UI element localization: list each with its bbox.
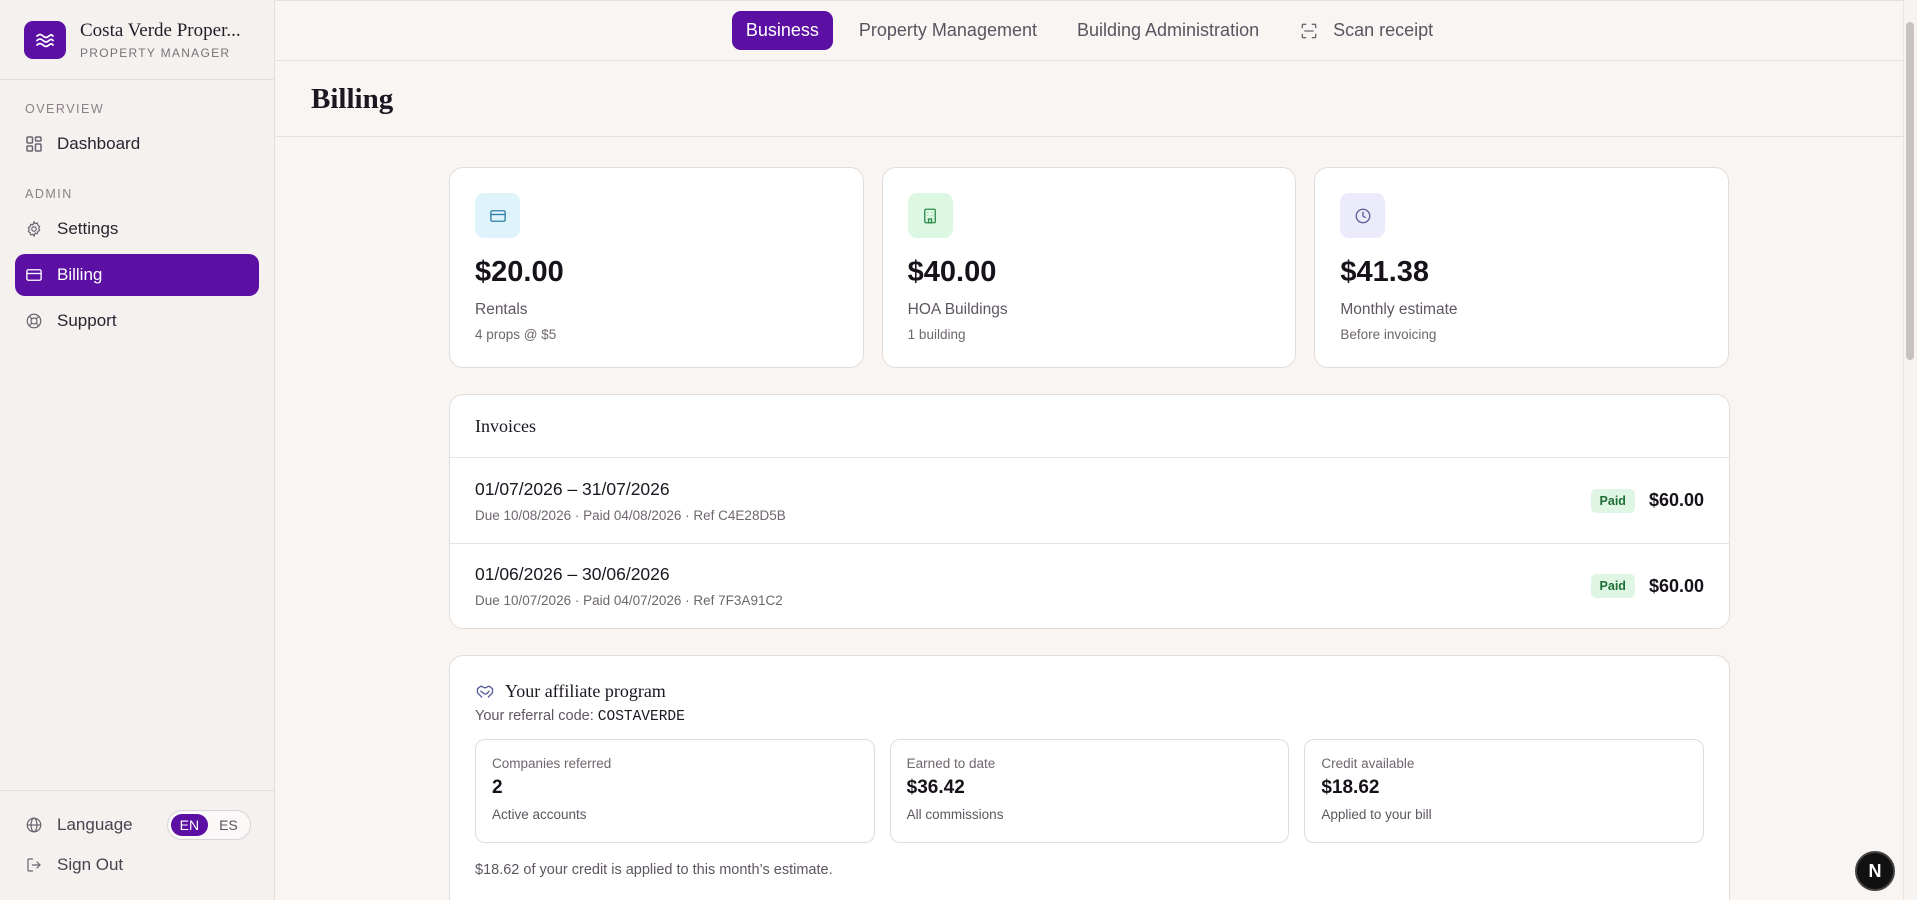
affiliate-card-earned: Earned to date $36.42 All commissions bbox=[889, 739, 1290, 843]
stat-subtext: 4 props @ $5 bbox=[475, 327, 557, 342]
affiliate-card-value: 2 bbox=[492, 777, 503, 798]
scan-receipt-button[interactable]: Scan receipt bbox=[1285, 11, 1447, 50]
dev-tools-button[interactable]: N bbox=[1855, 851, 1895, 891]
affiliate-card-label: Companies referred bbox=[492, 756, 612, 771]
section-label-admin: ADMIN bbox=[25, 187, 73, 201]
affiliate-title: Your affiliate program bbox=[505, 681, 666, 701]
sidebar-item-label: Dashboard bbox=[57, 134, 141, 153]
sidebar-item-label: Settings bbox=[57, 219, 119, 238]
brand[interactable]: Costa Verde Proper... PROPERTY MANAGER bbox=[0, 0, 274, 80]
affiliate-card-value: $36.42 bbox=[906, 777, 965, 798]
stat-label: HOA Buildings bbox=[907, 301, 1008, 318]
referral-code-label: Your referral code: bbox=[475, 708, 594, 724]
waves-logo-icon bbox=[24, 20, 66, 59]
stat-subtext: 1 building bbox=[907, 327, 966, 342]
top-navigation: Business Property Management Building Ad… bbox=[276, 0, 1903, 61]
invoice-amount: $60.00 bbox=[1648, 575, 1704, 596]
invoice-row[interactable]: 01/07/2026 – 31/07/2026 Due 10/08/2026 ·… bbox=[450, 458, 1729, 543]
invoice-amount: $60.00 bbox=[1648, 490, 1704, 510]
sidebar-item-support[interactable]: Support bbox=[15, 300, 259, 342]
sidebar: Costa Verde Proper... PROPERTY MANAGER O… bbox=[0, 0, 275, 900]
stat-card-rentals: $20.00 Rentals 4 props @ $5 bbox=[449, 167, 864, 368]
scrollbar-thumb[interactable] bbox=[1906, 22, 1914, 360]
credit-card-icon bbox=[475, 193, 520, 238]
logout-icon bbox=[27, 858, 41, 872]
referral-code-row: Your referral code: COSTAVERDE bbox=[475, 708, 1704, 725]
invoice-period: 01/06/2026 – 30/06/2026 bbox=[475, 564, 670, 584]
affiliate-title-row: Your affiliate program bbox=[475, 681, 1704, 702]
stat-value: $40.00 bbox=[907, 256, 997, 288]
globe-icon bbox=[26, 817, 42, 833]
language-toggle: EN ES bbox=[166, 810, 251, 840]
invoice-meta: Due 10/07/2026 · Paid 04/07/2026 · Ref 7… bbox=[475, 593, 783, 608]
brand-subtitle: PROPERTY MANAGER bbox=[80, 45, 231, 60]
stat-value: $41.38 bbox=[1340, 256, 1430, 288]
stat-cards: $20.00 Rentals 4 props @ $5 $40.00 HOA B… bbox=[449, 167, 1730, 368]
sidebar-item-label: Support bbox=[57, 311, 117, 330]
status-badge: Paid bbox=[1590, 574, 1635, 598]
page-header: Billing bbox=[276, 62, 1903, 137]
sidebar-item-billing[interactable]: Billing bbox=[15, 254, 259, 296]
affiliate-card-credit: Credit available $18.62 Applied to your … bbox=[1304, 739, 1705, 843]
affiliate-card-subtext: Applied to your bill bbox=[1321, 807, 1432, 822]
sidebar-item-label: Billing bbox=[57, 265, 103, 284]
clock-icon bbox=[1340, 193, 1386, 238]
credit-card-icon bbox=[26, 269, 42, 281]
tab-property-management[interactable]: Property Management bbox=[845, 11, 1051, 50]
affiliate-stats: Companies referred 2 Active accounts Ear… bbox=[475, 739, 1705, 843]
page-scrollbar[interactable] bbox=[1903, 0, 1917, 900]
affiliate-note: $18.62 of your credit is applied to this… bbox=[475, 862, 833, 878]
stat-label: Monthly estimate bbox=[1340, 301, 1458, 318]
affiliate-card-label: Credit available bbox=[1321, 756, 1415, 771]
scan-receipt-label: Scan receipt bbox=[1333, 20, 1434, 40]
language-option-es[interactable]: ES bbox=[210, 814, 247, 836]
invoice-period: 01/07/2026 – 31/07/2026 bbox=[475, 478, 670, 499]
brand-name: Costa Verde Proper... bbox=[80, 19, 241, 41]
sidebar-item-settings[interactable]: Settings bbox=[15, 208, 259, 250]
invoice-meta: Due 10/08/2026 · Paid 04/08/2026 · Ref C… bbox=[475, 507, 786, 523]
tab-building-administration[interactable]: Building Administration bbox=[1063, 11, 1273, 50]
stat-label: Rentals bbox=[475, 301, 528, 318]
invoices-panel: Invoices 01/07/2026 – 31/07/2026 Due 10/… bbox=[449, 394, 1730, 629]
scan-icon bbox=[1301, 23, 1317, 38]
stat-value: $20.00 bbox=[475, 256, 564, 288]
affiliate-card-subtext: All commissions bbox=[906, 807, 1004, 822]
building-icon bbox=[907, 193, 953, 238]
invoices-title: Invoices bbox=[450, 395, 1729, 458]
dashboard-grid-icon bbox=[26, 136, 42, 152]
stat-card-hoa-buildings: $40.00 HOA Buildings 1 building bbox=[881, 167, 1297, 368]
handshake-icon bbox=[476, 685, 494, 698]
affiliate-card-referred: Companies referred 2 Active accounts bbox=[475, 739, 875, 843]
section-label-overview: OVERVIEW bbox=[25, 102, 105, 116]
billing-content: $20.00 Rentals 4 props @ $5 $40.00 HOA B… bbox=[449, 167, 1730, 900]
sign-out-label: Sign Out bbox=[57, 855, 124, 874]
invoice-row[interactable]: 01/06/2026 – 30/06/2026 Due 10/07/2026 ·… bbox=[450, 543, 1729, 628]
affiliate-card-label: Earned to date bbox=[906, 756, 996, 771]
language-label: Language bbox=[57, 815, 133, 834]
tab-business[interactable]: Business bbox=[731, 11, 833, 50]
gear-icon bbox=[27, 220, 41, 238]
language-option-en[interactable]: EN bbox=[170, 814, 209, 836]
sidebar-divider bbox=[0, 790, 274, 791]
stat-subtext: Before invoicing bbox=[1340, 327, 1437, 342]
status-badge: Paid bbox=[1590, 488, 1635, 513]
language-selector: Language EN ES bbox=[15, 810, 251, 840]
sidebar-item-dashboard[interactable]: Dashboard bbox=[15, 123, 259, 165]
affiliate-panel: Your affiliate program Your referral cod… bbox=[449, 655, 1730, 900]
referral-code[interactable]: COSTAVERDE bbox=[598, 709, 685, 725]
affiliate-card-subtext: Active accounts bbox=[492, 807, 587, 822]
page-title: Billing bbox=[311, 82, 394, 115]
lifebuoy-icon bbox=[26, 313, 42, 329]
affiliate-card-value: $18.62 bbox=[1321, 777, 1380, 798]
sign-out-button[interactable]: Sign Out bbox=[15, 855, 123, 875]
stat-card-monthly-estimate: $41.38 Monthly estimate Before invoicing bbox=[1314, 167, 1730, 368]
